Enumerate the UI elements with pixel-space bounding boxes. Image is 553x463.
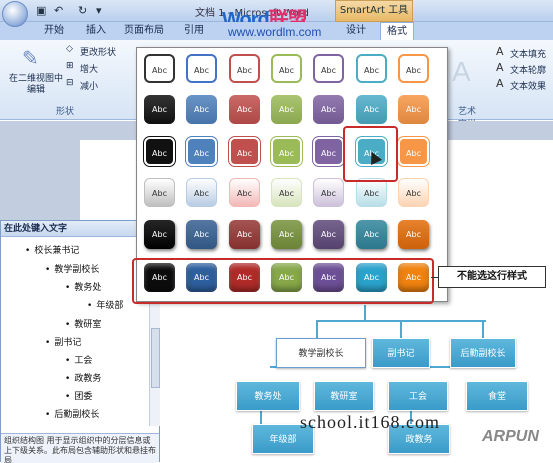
edit-2d-icon[interactable]: ✎ [22,46,39,70]
style-swatch[interactable]: Abc [356,95,387,124]
style-swatch[interactable]: Abc [356,220,387,249]
list-item[interactable]: 副书记 [45,335,81,348]
disallowed-row-highlight [132,258,434,304]
style-swatch[interactable]: Abc [186,220,217,249]
org-node[interactable]: 副书记 [372,338,430,368]
text-fill-icon[interactable]: A [496,45,504,58]
wordart-preview-icon[interactable]: A [452,56,471,88]
style-swatch[interactable]: Abc [271,220,302,249]
shrink-button[interactable]: 减小 [80,79,98,92]
org-node[interactable]: 食堂 [466,381,528,411]
tab-format[interactable]: 格式 [380,22,414,40]
style-swatch[interactable]: Abc [144,220,175,249]
style-swatch[interactable]: Abc [398,178,429,207]
text-effect-button[interactable]: 文本效果 [510,79,546,92]
text-fill-button[interactable]: 文本填充 [510,47,546,60]
style-swatch[interactable]: Abc [186,137,217,166]
tab-page-layout[interactable]: 页面布局 [124,22,164,40]
connector-line [364,305,366,321]
enlarge-button[interactable]: 增大 [80,62,98,75]
change-shape-button[interactable]: 更改形状 [80,45,116,58]
layout-description: 组织结构图 用于显示组织中的分层信息或上下级关系。此布局包含辅助形状和悬挂布局 [1,433,159,463]
wordart-group: A A 文本填充 A 文本轮廓 A 文本效果 艺术字样式 [452,42,553,143]
org-node[interactable]: 教务处 [236,381,300,411]
connector-line [400,320,402,338]
tab-home[interactable]: 开始 [44,22,64,40]
style-swatch[interactable]: Abc [398,220,429,249]
list-item[interactable]: 工会 [65,353,92,366]
list-item[interactable]: 教研室 [65,317,101,330]
watermark-arpun: ARPUN [482,428,539,445]
style-swatch[interactable]: Abc [271,54,302,83]
tab-references[interactable]: 引用 [184,22,204,40]
style-swatch[interactable]: Abc [271,95,302,124]
style-swatch[interactable]: Abc [313,95,344,124]
style-swatch[interactable]: Abc [398,137,429,166]
connector-line [482,320,484,338]
list-item[interactable]: 政教务 [65,371,101,384]
watermark-school: school.it168.com [300,412,440,432]
style-swatch[interactable]: Abc [186,95,217,124]
undo-icon[interactable]: ↶ [54,4,63,17]
list-item[interactable]: 团委 [65,389,92,402]
style-swatch[interactable]: Abc [313,137,344,166]
watermark-site: www.wordlm.com [228,25,322,39]
style-swatch[interactable]: Abc [356,54,387,83]
style-swatch[interactable]: Abc [271,137,302,166]
change-shape-icon[interactable]: ◇ [66,44,73,54]
style-swatch[interactable]: Abc [229,178,260,207]
style-swatch[interactable]: Abc [356,178,387,207]
style-swatch[interactable]: Abc [229,54,260,83]
style-swatch[interactable]: Abc [313,220,344,249]
text-outline-button[interactable]: 文本轮廓 [510,63,546,76]
style-swatch[interactable]: Abc [229,220,260,249]
annotation-callout: 不能选这行样式 [438,266,546,288]
shrink-icon[interactable]: ⊟ [66,78,74,88]
org-node[interactable]: 教学副校长 [276,338,366,368]
tab-insert[interactable]: 插入 [86,22,106,40]
style-swatch[interactable]: Abc [229,137,260,166]
style-swatch[interactable]: Abc [398,54,429,83]
org-node[interactable]: 工会 [388,381,448,411]
save-icon[interactable]: ▣ [36,4,46,17]
list-item[interactable]: 校长兼书记 [25,243,79,256]
org-node[interactable]: 后勤副校长 [450,338,516,368]
style-swatch[interactable]: Abc [313,178,344,207]
style-swatch[interactable]: Abc [313,54,344,83]
style-swatch[interactable]: Abc [271,178,302,207]
enlarge-icon[interactable]: ⊞ [66,61,74,71]
office-button[interactable] [2,1,28,27]
qat-dropdown-icon[interactable]: ▾ [96,4,102,17]
list-item[interactable]: 教学副校长 [45,262,99,275]
org-node[interactable]: 教研室 [314,381,374,411]
style-swatch[interactable]: Abc [398,95,429,124]
list-item[interactable]: 教务处 [65,280,101,293]
list-item[interactable]: 后勤副校长 [45,407,99,420]
style-swatch[interactable]: Abc [229,95,260,124]
style-swatch[interactable]: Abc [186,54,217,83]
smartart-tools-context: SmartArt 工具 [335,0,413,22]
list-item[interactable]: 年级部 [87,298,123,311]
style-swatch[interactable]: Abc [144,95,175,124]
text-effect-icon[interactable]: A [496,77,504,90]
scroll-thumb[interactable] [151,328,160,388]
text-outline-icon[interactable]: A [496,61,504,74]
tab-design[interactable]: 设计 [346,22,366,40]
style-swatch[interactable]: Abc [186,178,217,207]
connector-line [316,320,318,338]
style-swatch[interactable]: Abc [144,178,175,207]
group-label-shape: 形状 [56,107,75,117]
style-swatch[interactable]: Abc [144,137,175,166]
edit-2d-button[interactable]: 在二维视图中编辑 [6,74,66,96]
redo-icon[interactable]: ↻ [78,4,87,17]
style-swatch[interactable]: Abc [144,54,175,83]
